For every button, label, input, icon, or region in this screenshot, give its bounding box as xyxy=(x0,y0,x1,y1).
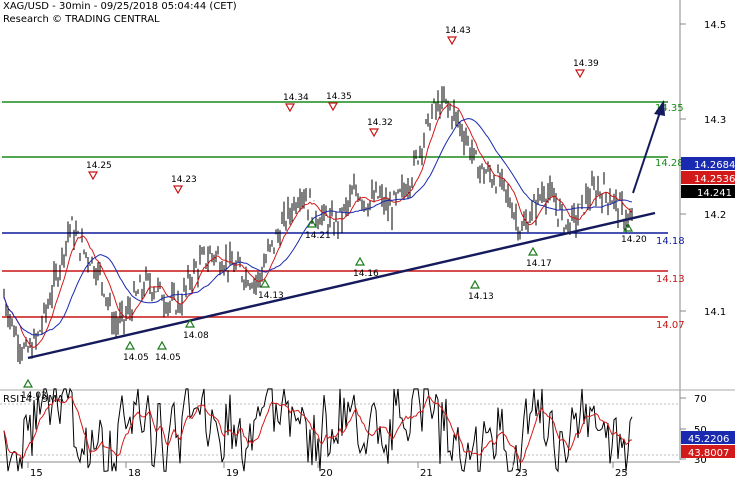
price-bars xyxy=(3,86,633,365)
pivot-triangle xyxy=(87,171,99,181)
price-tick-label: 14.1 xyxy=(704,307,726,318)
pivot-triangle xyxy=(368,128,380,138)
rsi-ma-badge: 43.8007 xyxy=(681,445,735,459)
rsi-ma-badge-label: 43.8007 xyxy=(688,448,729,459)
swing-low-marker: 14.17 xyxy=(526,246,552,269)
pivot-label: 14.35 xyxy=(326,92,352,102)
resistance-level-14-35: 14.35 xyxy=(2,101,684,114)
swing-low-marker: 14.05 xyxy=(155,340,181,363)
swing-low-marker: 14.16 xyxy=(353,256,379,279)
date-tick-label: 20 xyxy=(320,468,333,479)
pivot-label: 14.39 xyxy=(573,59,599,69)
rsi-tick-label: 70 xyxy=(694,394,707,405)
price-tick-label: 14.3 xyxy=(704,115,726,126)
support-level-14-07: 14.07 xyxy=(2,316,685,331)
swing-low-marker: 14.13 xyxy=(258,278,284,301)
pivot-label: 14.32 xyxy=(367,118,393,128)
pivot-triangle xyxy=(527,246,539,256)
projection-arrow xyxy=(632,100,665,194)
rsi-line xyxy=(3,387,633,473)
pivot-triangle xyxy=(22,378,34,388)
pivot-triangle xyxy=(469,279,481,289)
pivot-label: 14.23 xyxy=(171,175,197,185)
price-badge-last-label: 14.2684 xyxy=(694,160,735,171)
pivot-label: 14.13 xyxy=(258,291,284,301)
swing-high-marker: 14.34 xyxy=(283,93,309,113)
date-tick-label: 21 xyxy=(420,468,433,479)
pivot-label: 14.05 xyxy=(123,353,149,363)
pivot-markers: 14.25 14.23 14.34 14.35 14.32 14.43 14.39 14.05… xyxy=(21,26,647,401)
swing-high-marker: 14.23 xyxy=(171,175,197,195)
pivot-label: 14.25 xyxy=(86,161,112,171)
pivot-label: 14.21 xyxy=(305,231,331,241)
support-level-14-18: 14.18 xyxy=(2,232,685,247)
pivot-triangle xyxy=(327,102,339,112)
swing-high-marker: 14.32 xyxy=(367,118,393,138)
pivot-triangle xyxy=(446,36,458,46)
swing-high-marker: 14.25 xyxy=(86,161,112,181)
price-chart[interactable]: 14.5 14.3 14.2 14.1 14.35 14.28 14.18 14… xyxy=(0,0,735,480)
price-tick-label: 14.2 xyxy=(704,210,726,221)
pivot-label: 14.20 xyxy=(621,235,647,245)
pivot-triangle xyxy=(172,185,184,195)
level-label: 14.18 xyxy=(656,236,685,247)
date-tick-label: 25 xyxy=(615,468,628,479)
swing-low-marker: 14.20 xyxy=(621,222,647,245)
price-badge-prev-label: 14.2536 xyxy=(694,174,735,185)
swing-high-marker: 14.35 xyxy=(326,92,352,112)
pivot-label: 14.16 xyxy=(353,269,379,279)
pivot-triangle xyxy=(354,256,366,266)
price-badge-current: 14.241 xyxy=(681,185,735,199)
pivot-label: 14.08 xyxy=(183,331,209,341)
swing-low-marker: 14.13 xyxy=(468,279,494,302)
level-label: 14.07 xyxy=(656,320,685,331)
price-badge-prev: 14.2536 xyxy=(681,171,735,185)
swing-high-marker: 14.39 xyxy=(573,59,599,79)
date-axis: 15 18 19 20 21 23 25 xyxy=(27,462,628,479)
date-tick-label: 15 xyxy=(30,468,43,479)
date-tick-label: 18 xyxy=(128,468,141,479)
rsi-badge: 45.2206 xyxy=(681,431,735,445)
pivot-triangle xyxy=(156,340,168,350)
swing-low-marker: 14.08 xyxy=(183,318,209,341)
price-tick-label: 14.5 xyxy=(704,20,726,31)
swing-high-marker: 14.43 xyxy=(445,26,471,46)
date-tick-label: 23 xyxy=(515,468,528,479)
date-tick-label: 19 xyxy=(226,468,239,479)
level-label: 14.13 xyxy=(656,274,685,285)
pivot-label: 14.43 xyxy=(445,26,471,36)
rising-trendline xyxy=(27,211,656,360)
pivot-triangle xyxy=(284,103,296,113)
pivot-label: 14.05 xyxy=(155,353,181,363)
rsi-ma-line xyxy=(3,395,633,464)
rsi-badge-label: 45.2206 xyxy=(688,434,729,445)
swing-low-marker: 14.05 xyxy=(123,340,149,363)
pivot-label: 14.17 xyxy=(526,259,552,269)
pivot-label: 14.34 xyxy=(283,93,309,103)
pivot-label: 14.13 xyxy=(468,292,494,302)
pivot-triangle xyxy=(124,340,136,350)
price-badge-last: 14.2684 xyxy=(681,157,735,171)
level-label: 14.28 xyxy=(655,158,684,169)
price-badge-current-label: 14.241 xyxy=(697,188,732,199)
pivot-triangle xyxy=(574,69,586,79)
